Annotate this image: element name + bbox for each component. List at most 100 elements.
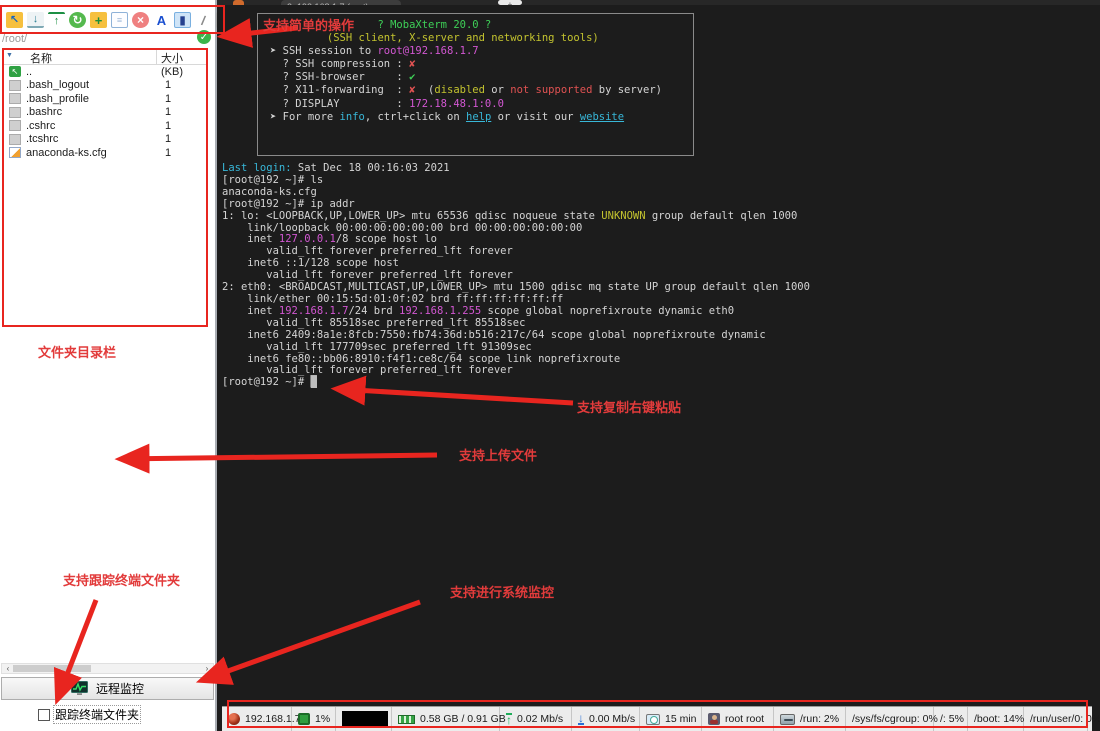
status-bar: 192.168.1.71%0.58 GB / 0.91 GB↑0.02 Mb/s… [222,706,1092,731]
status-item-label: 1% [315,713,330,725]
status-item: ↑ 0.02 Mb/s [500,707,572,731]
home-folder-icon[interactable]: ↖ [6,12,23,28]
remote-monitor-label: 远程监控 [96,680,144,697]
annotation-folder-bar: 文件夹目录栏 [38,342,116,361]
tab-accent [233,0,244,5]
file-row[interactable]: anaconda-ks.cfg 1 [2,146,207,160]
file-size: 1 [165,106,171,118]
dotfile-icon [9,134,21,145]
file-name: .. [26,66,32,78]
status-item: /run: 2% [774,707,846,731]
status-item-label: 0.02 Mb/s [517,713,563,725]
status-item: 0.58 GB / 0.91 GB [392,707,500,731]
session-tab[interactable]: 2. 192.168.1.7 (root) [281,0,401,5]
annotation-follow-folder: 支持跟踪终端文件夹 [63,570,180,589]
user-icon [708,713,720,725]
terminal-output: Last login: Sat Dec 18 00:16:03 2021[roo… [222,163,810,389]
remote-monitor-button[interactable]: 远程监控 [1,677,214,700]
status-item: /: 5% [934,707,968,731]
column-divider[interactable] [156,49,157,65]
file-size: 1 [165,133,171,145]
download-icon[interactable]: ↓ [27,12,44,28]
terminal-line: ? DISPLAY : 172.18.48.1:0.0 [270,98,681,111]
disk-icon [780,714,795,725]
graph-icon [342,711,388,728]
status-item-label: 0.58 GB / 0.91 GB [420,713,506,725]
file-row[interactable]: .tcshrc 1 [2,133,207,147]
new-file-icon[interactable]: ≡ [111,12,128,28]
upload-icon: ↑ [506,713,512,725]
file-row[interactable]: ↖.. [2,65,207,79]
terminal-line: ➤ For more info, ctrl+click on help or v… [270,111,681,124]
column-name[interactable]: 名称 [30,50,52,66]
scroll-left-icon[interactable]: ‹ [3,664,13,673]
delete-icon[interactable]: × [132,12,149,28]
path-input[interactable] [2,31,194,46]
terminal-link[interactable]: help [466,111,491,123]
follow-checkbox[interactable] [38,709,50,721]
annotation-upload-file: 支持上传文件 [459,445,537,464]
download-icon: ↓ [578,713,584,725]
file-row[interactable]: .cshrc1 [2,119,207,133]
sort-indicator-icon: ▼ [6,52,13,59]
refresh-icon[interactable]: ↻ [69,12,86,28]
new-folder-icon[interactable]: + [90,12,107,28]
status-item-label: 0.00 Mb/s [589,713,635,725]
terminal-line: ? SSH-browser : ✔ [270,71,681,84]
network-icon [228,713,240,725]
upload-icon[interactable]: ↑ [48,12,65,28]
file-size: 1 [165,79,171,91]
terminal-cursor: █ [311,376,317,388]
path-ok-icon: ✓ [197,30,211,44]
file-list: ▼ 名称 大小 (KB) ↖...bash_logout1.bash_profi… [2,49,207,326]
file-name: .bash_logout [26,79,89,91]
file-rows: ↖...bash_logout1.bash_profile1.bashrc1.c… [2,65,207,160]
new-tab-button[interactable]: + [498,0,522,5]
file-name: anaconda-ks.cfg [26,147,107,159]
path-bar: ✓ [0,30,215,47]
folder-up-icon: ↖ [9,66,21,77]
cpu-icon [298,713,310,725]
status-item [336,707,392,731]
dotfile-icon [9,93,21,104]
annotation-sys-monitor: 支持进行系统监控 [450,582,554,601]
status-item-label: root root [725,713,764,725]
horizontal-scrollbar[interactable]: ‹ › [1,663,214,674]
terminal-line: ? X11-forwarding : ✘ (disabled or not su… [270,84,681,97]
file-row[interactable]: .bashrc 1 [2,106,207,120]
follow-checkbox-label: 跟踪终端文件夹 [53,705,141,724]
follow-terminal-folder[interactable]: 跟踪终端文件夹 [38,705,141,724]
status-item-label: /run/user/0: 0% [1030,713,1100,725]
mobaxterm-banner: ? MobaXterm 20.0 ? (SSH client, X-server… [257,13,694,156]
wand-icon[interactable]: / [194,10,214,29]
file-name: .bash_profile [26,93,89,105]
scrollbar-thumb[interactable] [13,665,91,672]
file-list-header[interactable]: ▼ 名称 大小 (KB) [2,49,207,65]
file-row[interactable]: .bash_logout 1 [2,79,207,93]
status-item: /run/user/0: 0% [1024,707,1088,731]
split-view-icon[interactable]: ▮ [174,12,191,28]
uptime-icon [646,714,660,725]
ram-icon [398,715,415,724]
status-item-label: /sys/fs/cgroup: 0% [852,713,938,725]
status-item: /sys/fs/cgroup: 0% [846,707,934,731]
rename-icon[interactable]: A [153,12,170,28]
status-item: ↓ 0.00 Mb/s [572,707,640,731]
terminal-line: ➤ SSH session to root@192.168.1.7 [270,45,681,58]
annotation-simple-ops: 支持简单的操作 [263,15,354,34]
status-item-label: /: 5% [940,713,964,725]
terminal-line: ? SSH compression : ✘ [270,58,681,71]
file-size: 1 [165,147,171,159]
scroll-right-icon[interactable]: › [202,664,212,673]
terminal-area[interactable]: 2. 192.168.1.7 (root) + ? MobaXterm 20.0… [217,0,1100,731]
status-item-label: /run: 2% [800,713,839,725]
file-row[interactable]: .bash_profile1 [2,92,207,106]
dotfile-icon [9,80,21,91]
status-item: 1% [292,707,336,731]
status-item-label: /boot: 14% [974,713,1024,725]
file-name: .tcshrc [26,133,58,145]
terminal-link[interactable]: website [580,111,624,123]
file-name: .bashrc [26,106,62,118]
terminal-line: (SSH client, X-server and networking too… [270,32,681,45]
tab-bar: 2. 192.168.1.7 (root) + [217,0,1100,5]
